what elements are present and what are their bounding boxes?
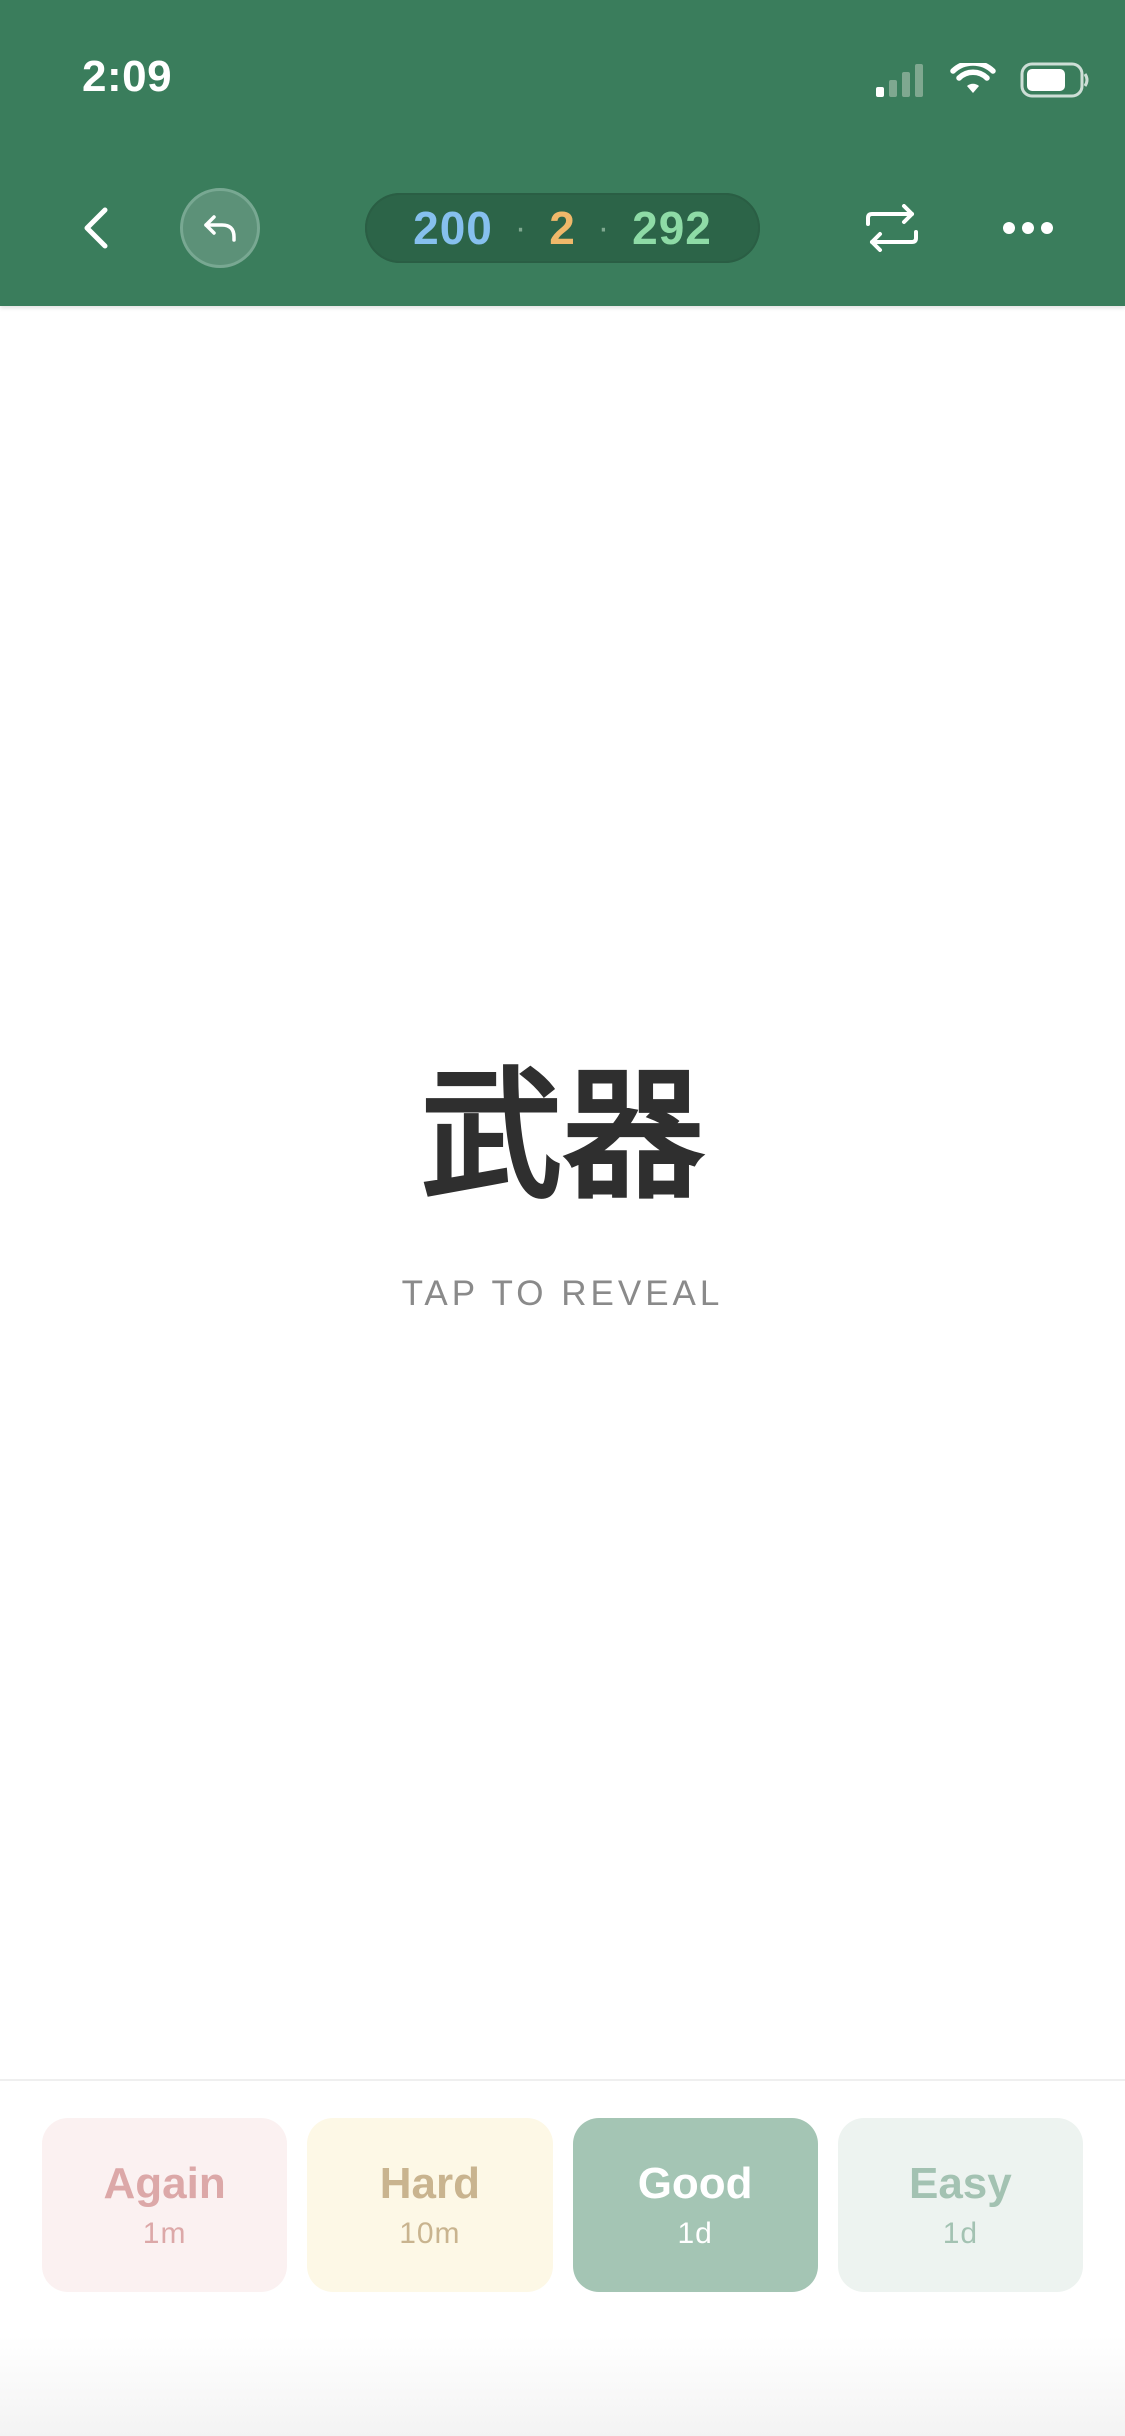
good-interval: 1d xyxy=(677,2217,713,2251)
cellular-signal-icon xyxy=(876,64,923,97)
hard-button[interactable]: Hard 10m xyxy=(307,2118,553,2292)
review-count: 292 xyxy=(632,202,712,254)
learning-count: 2 xyxy=(549,202,576,254)
tap-to-reveal-hint: TAP TO REVEAL xyxy=(401,1274,724,1313)
card-counts: 200 · 2 · 292 xyxy=(365,193,760,263)
card-front-text: 武器 xyxy=(420,1054,705,1219)
hard-interval: 10m xyxy=(399,2217,461,2251)
flip-direction-button[interactable] xyxy=(862,196,922,260)
again-label: Again xyxy=(103,2158,226,2208)
repeat-arrows-icon xyxy=(866,204,918,252)
good-button[interactable]: Good 1d xyxy=(572,2118,818,2292)
header-bar: 2:09 200 · 2 · 292 xyxy=(0,0,1125,306)
back-button[interactable] xyxy=(66,196,126,260)
chevron-left-icon xyxy=(84,207,108,249)
status-time: 2:09 xyxy=(82,52,173,101)
battery-icon xyxy=(1020,62,1089,98)
status-icons xyxy=(874,60,1090,100)
again-button[interactable]: Again 1m xyxy=(42,2118,288,2292)
good-label: Good xyxy=(637,2158,753,2208)
count-separator: · xyxy=(514,208,528,247)
new-count: 200 xyxy=(413,202,493,254)
more-dots-icon xyxy=(1003,222,1053,234)
again-interval: 1m xyxy=(142,2217,187,2251)
review-screen: 2:09 200 · 2 · 292 武器 TAP TO REVEAL Agai… xyxy=(0,0,1125,2436)
answer-buttons: Again 1m Hard 10m Good 1d Easy 1d xyxy=(42,2118,1083,2292)
undo-arrow-icon xyxy=(204,215,236,242)
undo-button[interactable] xyxy=(180,188,260,268)
answer-bar-divider xyxy=(0,2079,1125,2081)
bottom-safe-area xyxy=(0,2336,1125,2436)
flashcard-front[interactable]: 武器 TAP TO REVEAL xyxy=(0,306,1125,2080)
hard-label: Hard xyxy=(379,2158,480,2208)
easy-label: Easy xyxy=(908,2158,1012,2208)
more-options-button[interactable] xyxy=(998,196,1058,260)
count-separator: · xyxy=(597,208,611,247)
wifi-icon xyxy=(950,63,996,93)
easy-interval: 1d xyxy=(942,2217,979,2251)
easy-button[interactable]: Easy 1d xyxy=(837,2118,1083,2292)
